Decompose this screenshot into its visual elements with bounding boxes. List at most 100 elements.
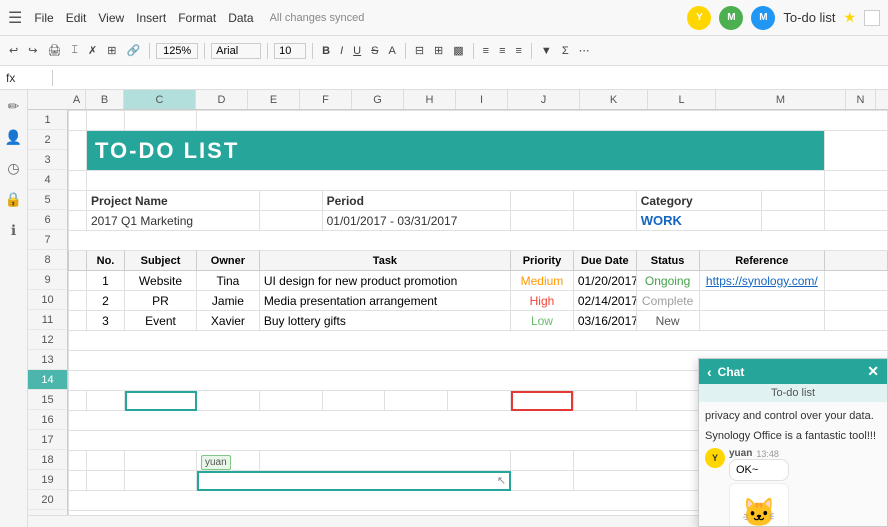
star-icon[interactable]: ★ — [843, 9, 856, 26]
cell-a3[interactable] — [69, 171, 87, 191]
cell-a8[interactable] — [69, 271, 87, 291]
cell-a18[interactable] — [69, 471, 87, 491]
sum-btn[interactable]: Σ — [559, 44, 572, 58]
sidebar-icon-pencil[interactable]: ✏ — [8, 98, 20, 115]
cell-ref-2[interactable] — [699, 291, 825, 311]
menu-format[interactable]: Format — [178, 11, 216, 25]
chat-back-btn[interactable]: ‹ — [707, 364, 712, 380]
cell-a7[interactable] — [69, 251, 87, 271]
cell-n9[interactable] — [825, 291, 888, 311]
cell-rest-3[interactable] — [87, 171, 825, 191]
cell-e5[interactable] — [259, 211, 322, 231]
cell-k14[interactable] — [636, 391, 699, 411]
merge-btn[interactable]: ⊟ — [412, 43, 427, 58]
cell-e14[interactable] — [259, 391, 322, 411]
cell-b1[interactable] — [87, 111, 125, 131]
cell-c1[interactable] — [125, 111, 197, 131]
cell-g14[interactable] — [385, 391, 448, 411]
chat-body[interactable]: privacy and control over your data. Syno… — [699, 402, 887, 526]
cell-d14[interactable] — [197, 391, 260, 411]
cell-c14[interactable] — [125, 391, 197, 411]
more-btn[interactable]: ⋯ — [576, 43, 593, 58]
row-6-cells[interactable] — [69, 231, 888, 251]
paint-format-btn[interactable]: ⌶ — [68, 43, 81, 58]
cell-n5[interactable] — [825, 211, 888, 231]
cell-j4[interactable] — [573, 191, 636, 211]
cell-i18[interactable] — [511, 471, 574, 491]
eraser-btn[interactable]: ✗ — [85, 43, 100, 58]
row-7-headers: No. Subject Owner Task Priority Due Date… — [69, 251, 888, 271]
menu-data[interactable]: Data — [228, 11, 253, 25]
cell-a9[interactable] — [69, 291, 87, 311]
row-11-cells[interactable] — [69, 331, 888, 351]
cell-c17[interactable] — [125, 451, 197, 471]
align-left-btn[interactable]: ≡ — [480, 44, 492, 58]
menu-insert[interactable]: Insert — [136, 11, 166, 25]
align-center-btn[interactable]: ≡ — [496, 44, 508, 58]
cell-n4[interactable] — [825, 191, 888, 211]
cell-e4[interactable] — [259, 191, 322, 211]
cell-i5[interactable] — [511, 211, 574, 231]
cell-d18-h18[interactable]: ↖ — [197, 471, 511, 491]
strikethrough-btn[interactable]: S — [368, 44, 381, 58]
cell-n7[interactable] — [825, 251, 888, 271]
cell-a17[interactable] — [69, 451, 87, 471]
chat-close-btn[interactable]: ✕ — [867, 363, 879, 380]
cell-n2[interactable] — [825, 131, 888, 171]
print-btn[interactable]: 🖨 — [44, 43, 64, 58]
filter-btn[interactable]: ▼ — [538, 44, 555, 58]
cell-m4[interactable] — [762, 191, 825, 211]
cell-f14[interactable] — [322, 391, 385, 411]
cell-n10[interactable] — [825, 311, 888, 331]
window-icon[interactable] — [864, 10, 880, 26]
cell-d17[interactable]: yuan — [197, 451, 260, 471]
cell-i17[interactable] — [511, 451, 574, 471]
align-right-btn[interactable]: ≡ — [513, 44, 525, 58]
menu-file[interactable]: File — [34, 11, 53, 25]
cell-a1[interactable] — [69, 111, 87, 131]
cell-h14[interactable] — [448, 391, 511, 411]
cell-j14[interactable] — [573, 391, 636, 411]
cell-m5[interactable] — [762, 211, 825, 231]
cell-b14[interactable] — [87, 391, 125, 411]
cell-a10[interactable] — [69, 311, 87, 331]
cell-c18[interactable] — [125, 471, 197, 491]
font-size-selector[interactable]: 10 — [274, 43, 306, 59]
cell-ref-1[interactable]: https://synology.com/ — [699, 271, 825, 291]
cell-a2[interactable] — [69, 131, 87, 171]
italic-btn[interactable]: I — [337, 44, 346, 58]
cell-ref-3[interactable] — [699, 311, 825, 331]
cell-i4[interactable] — [511, 191, 574, 211]
cell-rest-1[interactable] — [197, 111, 888, 131]
cell-n3[interactable] — [825, 171, 888, 191]
menu-view[interactable]: View — [98, 11, 124, 25]
cell-e17-h17[interactable] — [259, 451, 510, 471]
link-btn[interactable]: 🔗 — [123, 43, 143, 58]
sidebar-icon-clock[interactable]: ◷ — [7, 160, 19, 177]
row-num-15: 15 — [28, 390, 67, 410]
cell-reference[interactable]: fx — [6, 71, 46, 85]
cell-b18[interactable] — [87, 471, 125, 491]
font-color-btn[interactable]: A — [385, 44, 398, 58]
cell-a14[interactable] — [69, 391, 87, 411]
redo-btn[interactable]: ↪ — [25, 43, 40, 58]
fill-color-btn[interactable]: ▩ — [450, 43, 466, 58]
bold-btn[interactable]: B — [319, 44, 333, 58]
cell-a4[interactable] — [69, 191, 87, 211]
font-selector[interactable]: Arial — [211, 43, 261, 59]
sidebar-icon-info[interactable]: ℹ — [11, 222, 16, 239]
zoom-box[interactable]: 125% — [156, 43, 198, 59]
undo-btn[interactable]: ↩ — [6, 43, 21, 58]
underline-btn[interactable]: U — [350, 44, 364, 58]
image-btn[interactable]: ⊞ — [104, 43, 119, 58]
menu-edit[interactable]: Edit — [66, 11, 87, 25]
sidebar-icon-person[interactable]: 👤 — [5, 129, 22, 146]
cell-n8[interactable] — [825, 271, 888, 291]
cell-j5[interactable] — [573, 211, 636, 231]
cell-a5[interactable] — [69, 211, 87, 231]
hamburger-icon[interactable]: ☰ — [8, 8, 22, 28]
sidebar-icon-lock[interactable]: 🔒 — [5, 191, 22, 208]
border-btn[interactable]: ⊞ — [431, 43, 446, 58]
cell-i14[interactable] — [511, 391, 574, 411]
cell-b17[interactable] — [87, 451, 125, 471]
